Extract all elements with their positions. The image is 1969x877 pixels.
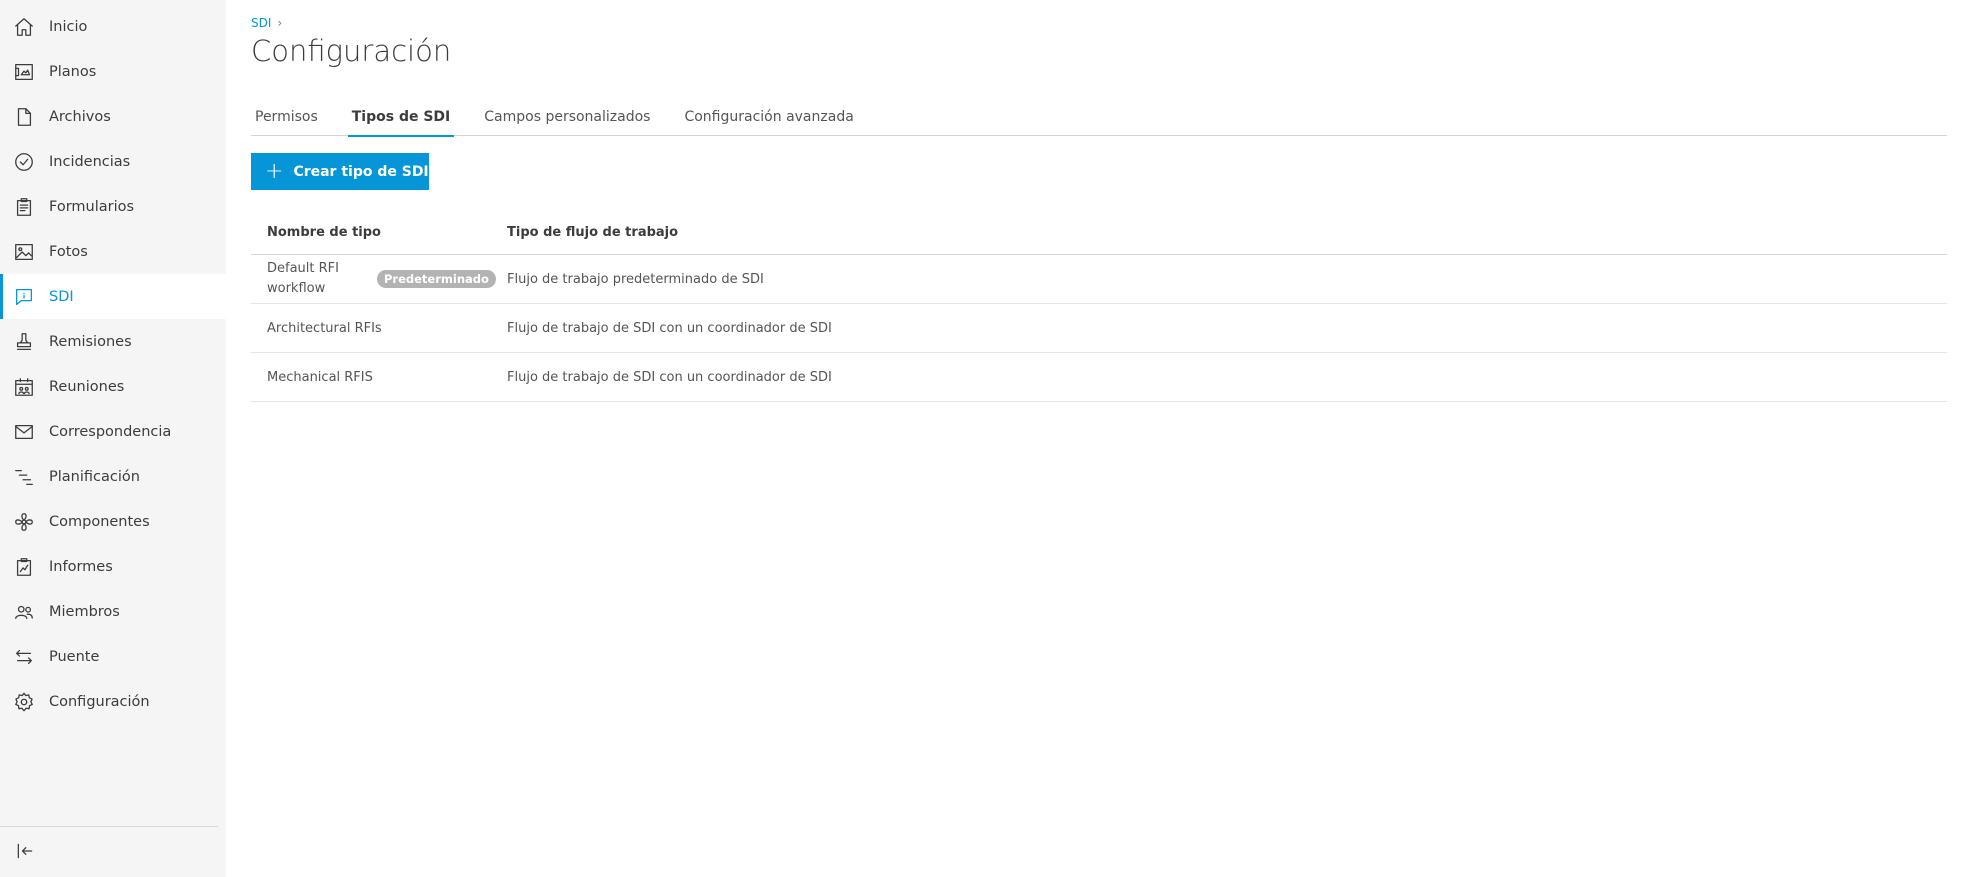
sidebar-item-sdi[interactable]: SDI [0, 274, 226, 319]
sidebar-footer [0, 826, 218, 874]
sidebar-item-label: Reuniones [49, 378, 125, 395]
photo-icon [12, 240, 36, 264]
rfi-chat-icon [12, 285, 36, 309]
breadcrumb-link-sdi[interactable]: SDI [251, 16, 271, 30]
sidebar-item-miembros[interactable]: Miembros [0, 589, 226, 634]
sidebar-item-label: Correspondencia [49, 423, 172, 440]
plus-icon: + [265, 158, 284, 184]
sidebar-item-label: Inicio [49, 18, 88, 35]
check-circle-icon [12, 150, 36, 174]
mail-icon [12, 420, 36, 444]
file-icon [12, 105, 36, 129]
table-row[interactable]: Default RFI workflow Predeterminado Fluj… [251, 255, 1947, 304]
table-row[interactable]: Architectural RFIs Flujo de trabajo de S… [251, 304, 1947, 353]
type-name-cell: Default RFI workflow Predeterminado [251, 259, 507, 299]
members-icon [12, 600, 36, 624]
workflow-type: Flujo de trabajo de SDI con un coordinad… [507, 320, 832, 336]
page-title: Configuración [251, 34, 452, 68]
tab-campos-personalizados[interactable]: Campos personalizados [480, 104, 654, 136]
column-header-workflow[interactable]: Tipo de flujo de trabajo [507, 225, 1947, 240]
clipboard-icon [12, 195, 36, 219]
sidebar-item-fotos[interactable]: Fotos [0, 229, 226, 274]
report-icon [12, 555, 36, 579]
sidebar-item-puente[interactable]: Puente [0, 634, 226, 679]
sidebar-item-remisiones[interactable]: Remisiones [0, 319, 226, 364]
sidebar-item-label: Fotos [49, 243, 88, 260]
sidebar-item-formularios[interactable]: Formularios [0, 184, 226, 229]
type-name: Default RFI workflow [267, 261, 339, 296]
tab-tipos-de-sdi[interactable]: Tipos de SDI [347, 104, 455, 137]
sidebar-item-label: Informes [49, 558, 113, 575]
tab-permisos[interactable]: Permisos [251, 104, 322, 136]
sidebar-item-label: Formularios [49, 198, 135, 215]
bridge-arrows-icon [12, 645, 36, 669]
gear-icon [12, 690, 36, 714]
sidebar-item-label: Archivos [49, 108, 111, 125]
sidebar-item-label: Remisiones [49, 333, 132, 350]
rfi-types-table: Nombre de tipo Tipo de flujo de trabajo … [251, 210, 1947, 402]
schedule-icon [12, 465, 36, 489]
sidebar-item-label: Miembros [49, 603, 120, 620]
sidebar-item-label: Planos [49, 63, 97, 80]
sidebar-item-label: Planificación [49, 468, 140, 485]
sidebar-item-inicio[interactable]: Inicio [0, 4, 226, 49]
sheets-icon [12, 60, 36, 84]
sidebar-item-archivos[interactable]: Archivos [0, 94, 226, 139]
type-name: Architectural RFIs [267, 320, 382, 336]
type-name-cell: Architectural RFIs [251, 321, 507, 336]
type-name: Mechanical RFIS [267, 369, 373, 385]
sidebar-item-label: Componentes [49, 513, 150, 530]
calendar-people-icon [12, 375, 36, 399]
sidebar-item-componentes[interactable]: Componentes [0, 499, 226, 544]
sidebar-item-informes[interactable]: Informes [0, 544, 226, 589]
sidebar-item-planificacion[interactable]: Planificación [0, 454, 226, 499]
workflow-type: Flujo de trabajo predeterminado de SDI [507, 271, 764, 287]
sidebar: Inicio Planos Archivos Incidencias Formu… [0, 0, 226, 877]
sidebar-item-label: SDI [49, 288, 74, 305]
sidebar-nav: Inicio Planos Archivos Incidencias Formu… [0, 0, 226, 724]
sidebar-item-configuracion[interactable]: Configuración [0, 679, 226, 724]
tabs-bar: Permisos Tipos de SDI Campos personaliza… [251, 104, 1947, 137]
sidebar-item-reuniones[interactable]: Reuniones [0, 364, 226, 409]
home-icon [12, 15, 36, 39]
fan-icon [12, 510, 36, 534]
sidebar-item-label: Puente [49, 648, 100, 665]
column-header-name[interactable]: Nombre de tipo [251, 225, 507, 240]
sidebar-item-correspondencia[interactable]: Correspondencia [0, 409, 226, 454]
sidebar-item-planos[interactable]: Planos [0, 49, 226, 94]
stamp-icon [12, 330, 36, 354]
sidebar-item-label: Configuración [49, 693, 150, 710]
workflow-type: Flujo de trabajo de SDI con un coordinad… [507, 369, 832, 385]
main-content: SDI › Configuración Permisos Tipos de SD… [251, 0, 1947, 877]
breadcrumb: SDI › [251, 16, 282, 30]
create-rfi-type-button[interactable]: + Crear tipo de SDI [251, 153, 429, 190]
sidebar-item-incidencias[interactable]: Incidencias [0, 139, 226, 184]
table-header: Nombre de tipo Tipo de flujo de trabajo [251, 210, 1947, 255]
create-button-label: Crear tipo de SDI [293, 163, 429, 180]
chevron-right-icon: › [277, 16, 283, 30]
type-name-cell: Mechanical RFIS [251, 370, 507, 385]
default-badge: Predeterminado [377, 270, 496, 288]
collapse-left-icon[interactable] [13, 839, 37, 863]
sidebar-item-label: Incidencias [49, 153, 131, 170]
tab-configuracion-avanzada[interactable]: Configuración avanzada [680, 104, 857, 136]
table-row[interactable]: Mechanical RFIS Flujo de trabajo de SDI … [251, 353, 1947, 402]
